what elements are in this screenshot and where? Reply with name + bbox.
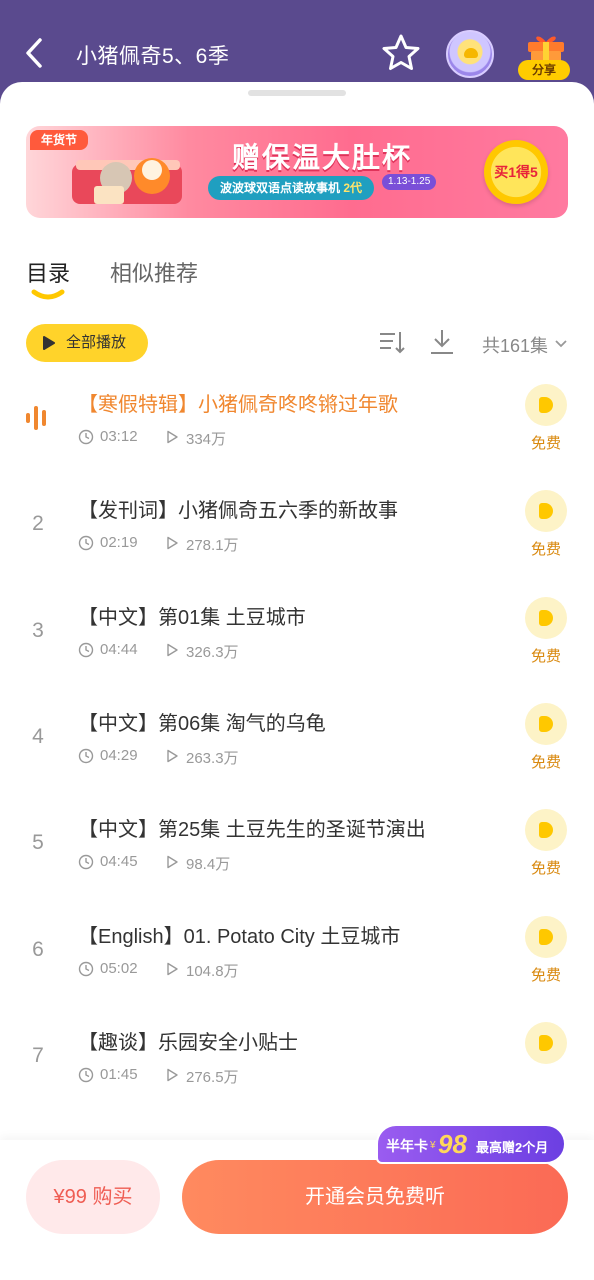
episode-row[interactable]: 4 【中文】第06集 淘气的乌龟 04:29 263.3万 免费 [0,683,594,789]
banner-subtitle-text: 波波球双语点读故事机 [220,181,341,195]
episode-row[interactable]: 7 【趣谈】乐园安全小贴士 01:45 276.5万 [0,1002,594,1108]
episode-play-button[interactable] [525,1021,567,1064]
clock-icon [78,429,94,445]
free-badge: 免费 [530,435,561,452]
banner-subtitle-highlight: 2代 [343,181,363,195]
plays-text: 278.1万 [186,537,239,555]
plays-text: 98.4万 [186,856,231,874]
episode-row[interactable]: 3 【中文】第01集 土豆城市 04:44 326.3万 免费 [0,577,594,683]
episode-play-button[interactable] [525,809,567,852]
episode-play-button[interactable] [525,915,567,958]
episode-index: 4 [32,724,44,748]
plays-text: 334万 [186,431,227,448]
page-title: 小猪佩奇5、6季 [76,45,230,68]
sort-icon[interactable] [378,328,406,356]
promo-banner[interactable]: 年货节 赠保温大肚杯 波波球双语点读故事机 2代 1.13-1.25 买1得5 [26,126,568,218]
episode-row[interactable]: 【寒假特辑】小猪佩奇咚咚锵过年歌 03:12 334万 免费 [0,364,594,470]
buy-button[interactable]: ¥99 购买 [26,1160,160,1234]
now-playing-icon [26,406,46,430]
clock-icon [78,748,94,764]
episode-count[interactable]: 共161集 [482,332,548,358]
episode-index: 5 [32,831,44,855]
download-icon[interactable] [428,328,456,356]
episode-title: 【中文】第06集 淘气的乌龟 [78,712,326,735]
play-count-icon [167,430,178,444]
banner-title: 赠保温大肚杯 [231,142,412,173]
bottom-action-bar: ¥99 购买 开通会员免费听 半年卡 ¥ 98 最高赠2个月 [0,1124,594,1280]
free-badge: 免费 [530,966,561,984]
tab-catalog[interactable]: 目录 [26,256,70,288]
favorite-button[interactable] [380,32,422,74]
clock-icon [78,961,94,976]
promo-price: 98 [438,1129,467,1159]
duration-text: 04:44 [100,640,138,658]
play-count-icon [167,1068,178,1081]
free-badge: 免费 [530,541,561,559]
back-button[interactable] [22,36,52,70]
episode-title: 【English】01. Potato City 土豆城市 [78,925,401,948]
play-all-label: 全部播放 [66,334,127,351]
open-membership-button[interactable]: 开通会员免费听 [182,1160,568,1234]
duration-text: 01:45 [100,1065,138,1083]
duration-text: 04:45 [100,853,138,871]
play-count-icon [167,749,178,763]
back-chevron-icon [26,38,42,68]
episode-index: 3 [32,618,44,642]
play-count-icon [167,962,178,975]
share-label: 分享 [518,60,570,80]
promo-currency: ¥ [430,1140,436,1151]
episode-index: 6 [32,937,44,961]
plays-text: 104.8万 [186,962,239,980]
episode-play-button[interactable] [525,490,567,533]
free-badge: 免费 [530,860,561,878]
episode-play-button[interactable] [525,596,567,639]
content-sheet: 年货节 赠保温大肚杯 波波球双语点读故事机 2代 1.13-1.25 买1得5 … [0,82,594,1280]
plays-text: 276.5万 [186,1068,239,1086]
banner-subtitle: 波波球双语点读故事机 2代 [208,176,375,200]
membership-promo-bubble[interactable]: 半年卡 ¥ 98 最高赠2个月 [376,1124,566,1164]
episode-row[interactable]: 6 【English】01. Potato City 土豆城市 05:02 104.8… [0,896,594,1002]
episode-title: 【寒假特辑】小猪佩奇咚咚锵过年歌 [78,394,398,416]
duration-text: 05:02 [100,959,138,977]
robot-avatar-icon[interactable] [446,30,494,78]
clock-icon [78,642,94,657]
chevron-down-icon[interactable] [554,336,568,350]
plays-text: 326.3万 [186,643,239,661]
play-count-icon [167,643,178,656]
active-tab-indicator [31,289,65,300]
duration-text: 04:29 [100,746,138,764]
episode-title: 【发刊词】小猪佩奇五六季的新故事 [78,500,398,523]
episode-title: 【中文】第01集 土豆城市 [78,606,306,629]
clock-icon [78,1067,94,1082]
cup-product-icon [72,158,182,204]
episode-title: 【趣谈】乐园安全小贴士 [78,1031,298,1054]
episode-index: 2 [32,512,44,536]
clock-icon [78,536,94,551]
episode-title: 【中文】第25集 土豆先生的圣诞节演出 [78,819,426,842]
free-badge: 免费 [530,647,561,665]
plays-text: 263.3万 [186,749,239,767]
episode-play-button[interactable] [525,384,567,426]
episode-play-button[interactable] [525,702,567,745]
drag-handle[interactable] [248,90,346,96]
promo-card-label: 半年卡 [386,1138,428,1154]
episode-row[interactable]: 5 【中文】第25集 土豆先生的圣诞节演出 04:45 98.4万 免费 [0,789,594,895]
star-icon [382,34,420,70]
play-icon [43,336,55,350]
free-badge: 免费 [530,753,561,771]
promo-bonus: 最高赠2个月 [476,1140,549,1155]
share-button[interactable]: 分享 [518,28,572,80]
banner-date: 1.13-1.25 [382,174,437,190]
play-count-icon [167,855,178,869]
duration-text: 03:12 [100,428,138,445]
tab-similar[interactable]: 相似推荐 [110,256,198,288]
play-count-icon [167,537,178,550]
episode-index: 7 [32,1043,44,1067]
duration-text: 02:19 [100,534,138,552]
clock-icon [78,854,94,870]
banner-cta[interactable]: 买1得5 [484,140,548,204]
episode-row[interactable]: 2 【发刊词】小猪佩奇五六季的新故事 02:19 278.1万 免费 [0,470,594,576]
play-all-button[interactable]: 全部播放 [26,324,148,362]
